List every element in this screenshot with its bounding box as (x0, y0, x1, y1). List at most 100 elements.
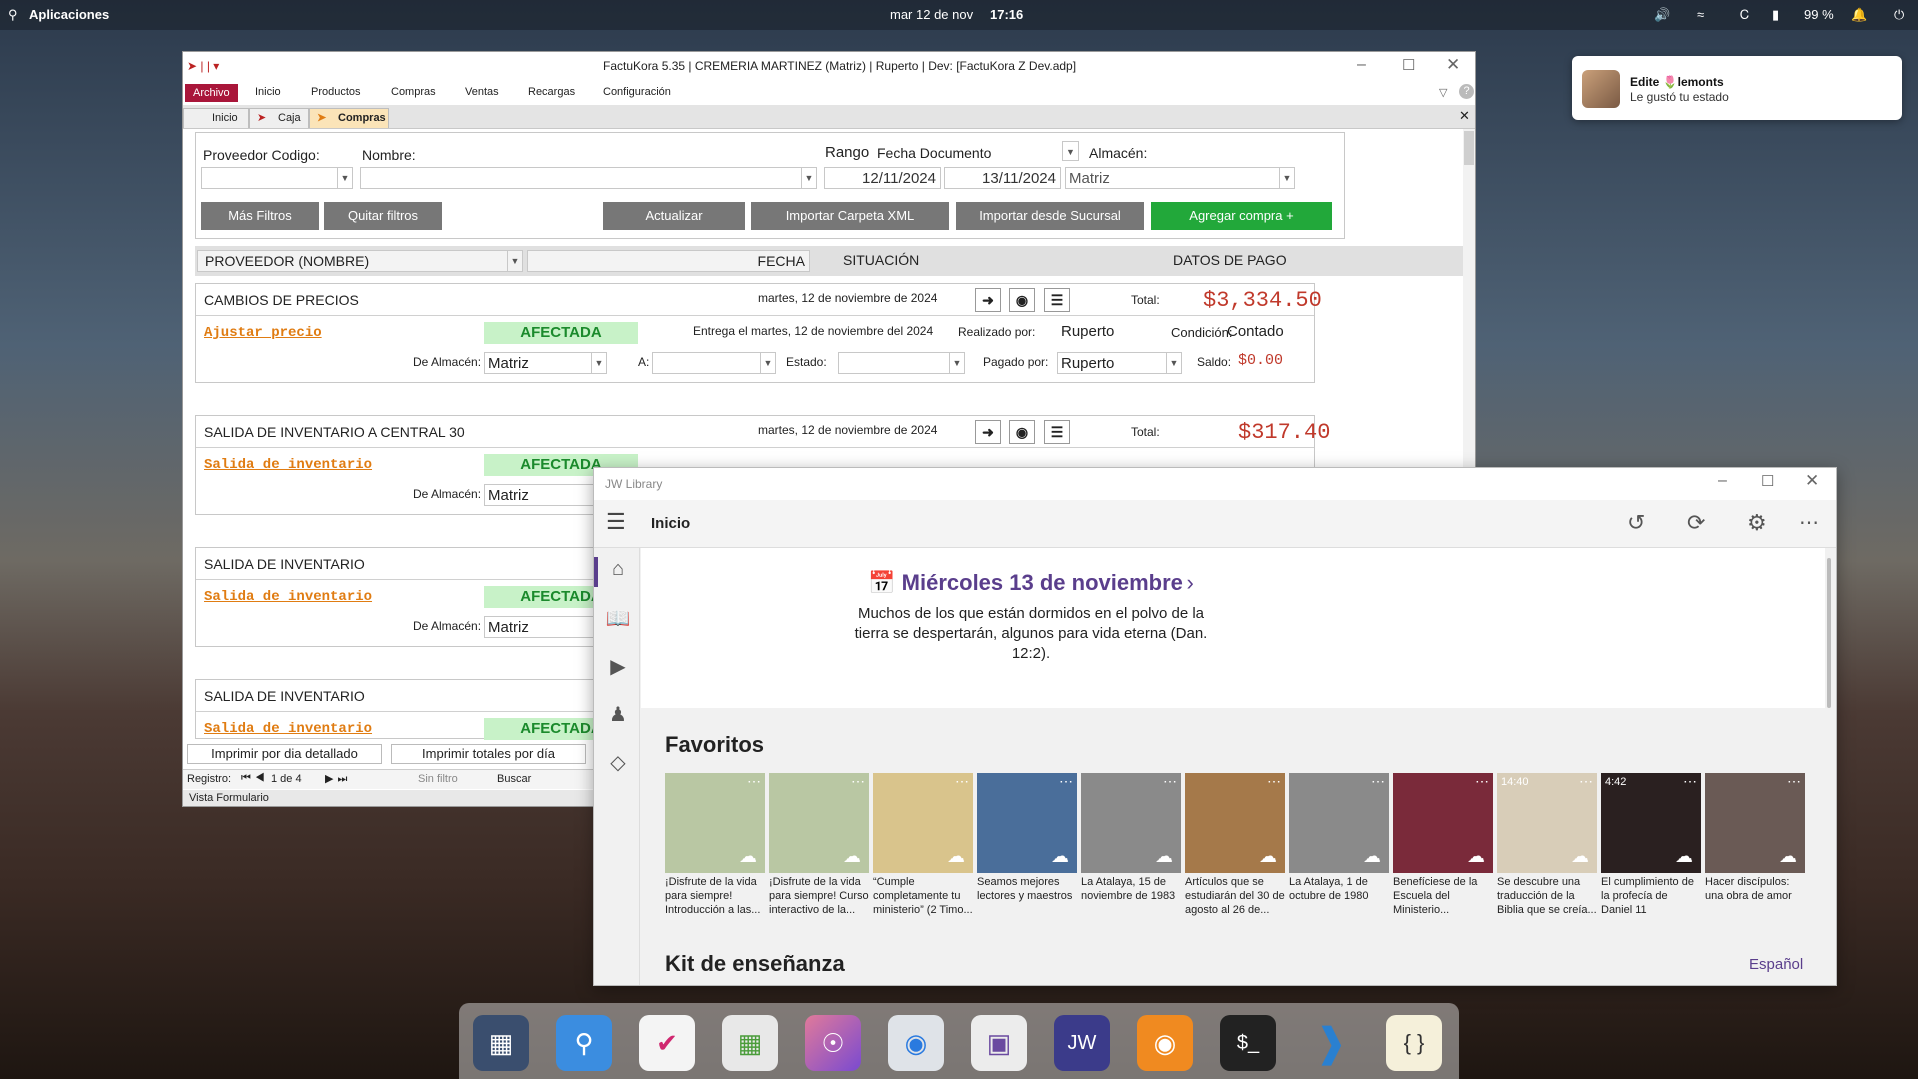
menu-inicio[interactable]: Inicio (255, 86, 281, 98)
favorite-item[interactable]: ⋯ ☁ 14:40 Se descubre una traducción de la … (1497, 773, 1597, 917)
card-link[interactable]: Salida de inventario (204, 721, 372, 737)
tab-caja[interactable]: ➤ Caja (249, 108, 309, 128)
date-label[interactable]: mar 12 de nov (890, 7, 973, 22)
more-options-icon[interactable]: ⋯ (747, 773, 761, 790)
more-options-icon[interactable]: ⋯ (1163, 773, 1177, 790)
more-options-icon[interactable]: ⋯ (1799, 510, 1820, 535)
battery-icon[interactable]: ▮ (1772, 7, 1779, 23)
quitar-filtros-button[interactable]: Quitar filtros (324, 202, 442, 230)
favorite-item[interactable]: ⋯ ☁ Hacer discípulos: una obra de amor (1705, 773, 1805, 917)
more-options-icon[interactable]: ⋯ (1059, 773, 1073, 790)
favorite-item[interactable]: ⋯ ☁ Benefíciese de la Escuela del Minister… (1393, 773, 1493, 917)
filter-status[interactable]: Sin filtro (418, 773, 458, 785)
hamburger-menu-icon[interactable]: ☰ (606, 509, 626, 535)
imprimir-detallado-button[interactable]: Imprimir por dia detallado (187, 744, 382, 764)
more-options-icon[interactable]: ⋯ (1267, 773, 1281, 790)
importar-sucursal-button[interactable]: Importar desde Sucursal (956, 202, 1144, 230)
download-cloud-icon[interactable]: ☁ (1259, 846, 1277, 867)
favorite-item[interactable]: ⋯ ☁ ¡Disfrute de la vida para siempre! Int… (665, 773, 765, 917)
volume-icon[interactable]: 🔊 (1654, 7, 1670, 23)
download-cloud-icon[interactable]: ☁ (1051, 846, 1069, 867)
download-cloud-icon[interactable]: ☁ (739, 846, 757, 867)
close-button[interactable]: ✕ (1805, 471, 1819, 491)
bluetooth-icon[interactable]: Ꮯ (1740, 7, 1749, 23)
menu-productos[interactable]: Productos (311, 86, 361, 98)
card-link[interactable]: Ajustar precio (204, 325, 322, 341)
ribbon-collapse-icon[interactable]: ▽ (1439, 86, 1447, 99)
gear-icon[interactable]: ⚙ (1747, 510, 1767, 536)
more-options-icon[interactable]: ⋯ (1683, 773, 1697, 790)
download-cloud-icon[interactable]: ☁ (1363, 846, 1381, 867)
menu-icon[interactable]: ☰ (1044, 288, 1070, 312)
arrow-right-icon[interactable]: ➜ (975, 288, 1001, 312)
download-cloud-icon[interactable]: ☁ (1155, 846, 1173, 867)
menu-recargas[interactable]: Recargas (528, 86, 575, 98)
settings-icon[interactable]: ◉ (888, 1015, 944, 1071)
files-icon[interactable]: ⚲ (556, 1015, 612, 1071)
help-icon[interactable]: ? (1459, 84, 1474, 99)
favorite-item[interactable]: ⋯ ☁ La Atalaya, 1 de octubre de 1980 (1289, 773, 1389, 917)
rango-dropdown[interactable]: ▼ (1062, 141, 1079, 161)
bible-icon[interactable]: 📖 (604, 606, 632, 634)
notification-bell-icon[interactable]: 🔔 (1851, 7, 1867, 23)
arrow-right-icon[interactable]: ➜ (975, 420, 1001, 444)
more-options-icon[interactable]: ⋯ (955, 773, 969, 790)
menu-icon[interactable]: ☰ (1044, 420, 1070, 444)
code-editor-icon[interactable]: { } (1386, 1015, 1442, 1071)
download-cloud-icon[interactable]: ☁ (1467, 846, 1485, 867)
tasks-icon[interactable]: ✔ (639, 1015, 695, 1071)
clock-label[interactable]: 17:16 (990, 7, 1023, 22)
record-position[interactable]: 1 de 4 (271, 773, 302, 785)
favorite-item[interactable]: ⋯ ☁ 4:42 El cumplimiento de la profecía de … (1601, 773, 1701, 917)
download-cloud-icon[interactable]: ☁ (1571, 846, 1589, 867)
daily-text-date[interactable]: Miércoles 13 de noviembre (902, 570, 1183, 595)
close-tab-button[interactable]: ✕ (1459, 108, 1470, 124)
minimize-button[interactable]: – (1718, 472, 1727, 490)
download-cloud-icon[interactable]: ☁ (947, 846, 965, 867)
de-almacen-select[interactable]: Matriz ▼ (484, 352, 607, 374)
de-almacen-select[interactable]: Matriz (484, 484, 607, 506)
maximize-button[interactable]: ☐ (1761, 472, 1774, 490)
mas-filtros-button[interactable]: Más Filtros (201, 202, 319, 230)
tab-inicio[interactable]: Inicio (183, 108, 249, 128)
a-select[interactable]: ▼ (652, 352, 776, 374)
more-options-icon[interactable]: ⋯ (1371, 773, 1385, 790)
favorite-item[interactable]: ⋯ ☁ La Atalaya, 15 de noviembre de 1983 (1081, 773, 1181, 917)
menu-ventas[interactable]: Ventas (465, 86, 499, 98)
fecha-hasta-input[interactable]: 13/11/2024 (944, 167, 1061, 189)
store-icon[interactable]: ▣ (971, 1015, 1027, 1071)
proveedor-codigo-input[interactable]: ▼ (201, 167, 353, 189)
jw-library-icon[interactable]: JW (1054, 1015, 1110, 1071)
firefox-icon[interactable]: ◉ (1137, 1015, 1193, 1071)
next-record-button[interactable]: ▶⏭ (325, 772, 351, 786)
card-link[interactable]: Salida de inventario (204, 589, 372, 605)
estado-select[interactable]: ▼ (838, 352, 965, 374)
search-icon[interactable]: ⚲ (8, 7, 18, 23)
download-cloud-icon[interactable]: ☁ (1779, 846, 1797, 867)
proveedor-column-filter[interactable]: PROVEEDOR (NOMBRE) ▼ (197, 250, 523, 272)
fecha-column[interactable]: FECHA (527, 250, 810, 272)
agregar-compra-button[interactable]: Agregar compra + (1151, 202, 1332, 230)
nombre-input[interactable]: ▼ (360, 167, 817, 189)
maximize-button[interactable]: ☐ (1402, 56, 1415, 74)
card-link[interactable]: Salida de inventario (204, 457, 372, 473)
chevron-right-icon[interactable]: › (1187, 570, 1194, 595)
menu-configuracion[interactable]: Configuración (603, 86, 671, 98)
favorite-item[interactable]: ⋯ ☁ Artículos que se estudiarán del 30 de … (1185, 773, 1285, 917)
tab-compras[interactable]: ➤ Compras (309, 108, 389, 128)
scrollbar[interactable] (1827, 558, 1831, 708)
more-options-icon[interactable]: ⋯ (851, 773, 865, 790)
sync-icon[interactable]: ⟳ (1687, 510, 1705, 536)
menu-archivo[interactable]: Archivo (185, 84, 238, 102)
almacen-select[interactable]: Matriz ▼ (1065, 167, 1295, 189)
minimize-button[interactable]: – (1357, 56, 1366, 74)
vscode-icon[interactable]: ❱ (1303, 1015, 1359, 1071)
imprimir-totales-button[interactable]: Imprimir totales por día (391, 744, 586, 764)
download-cloud-icon[interactable]: ☁ (1675, 846, 1693, 867)
close-button[interactable]: ✕ (1446, 55, 1460, 75)
download-cloud-icon[interactable]: ☁ (843, 846, 861, 867)
more-options-icon[interactable]: ⋯ (1787, 773, 1801, 790)
favorite-item[interactable]: ⋯ ☁ Seamos mejores lectores y maestros (977, 773, 1077, 917)
home-icon[interactable]: ⌂ (604, 558, 632, 586)
actualizar-button[interactable]: Actualizar (603, 202, 745, 230)
